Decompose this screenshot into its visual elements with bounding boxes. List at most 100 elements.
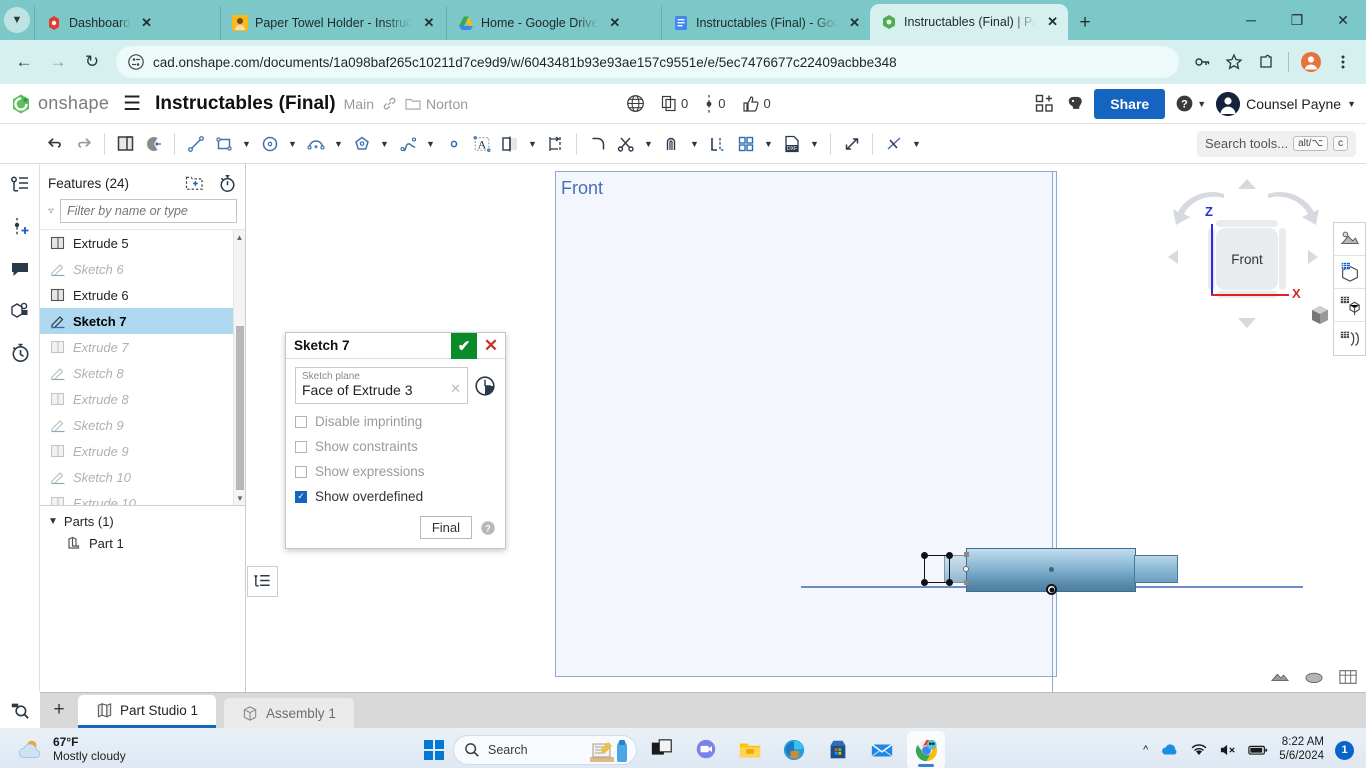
chevron-down-icon[interactable]: ▼ — [284, 128, 301, 160]
browser-tab-instructables-doc[interactable]: Instructables (Final) - Google ✕ — [661, 6, 870, 40]
sketch-plane-field[interactable]: Sketch plane Face of Extrude 3 ✕ — [295, 367, 468, 404]
add-tab-button[interactable]: + — [40, 692, 78, 728]
window-close-button[interactable]: ✕ — [1320, 0, 1366, 40]
sketch-vertex[interactable] — [921, 552, 928, 559]
chrome-menu-icon[interactable] — [1328, 47, 1358, 77]
browser-tab-onshape-part-studio[interactable]: Instructables (Final) | Part Stu ✕ — [870, 4, 1068, 40]
scroll-down-icon[interactable]: ▼ — [234, 491, 245, 505]
teams-chat-icon[interactable] — [687, 731, 725, 768]
feature-item-extrude-9[interactable]: Extrude 9 — [40, 438, 245, 464]
chevron-down-icon[interactable]: ▼ — [422, 128, 439, 160]
bookmark-star-icon[interactable] — [1219, 47, 1249, 77]
feature-tree-scrollbar[interactable]: ▲ ▼ — [233, 230, 245, 505]
section-view-icon[interactable] — [1270, 668, 1290, 686]
sketch-pacman-icon[interactable] — [140, 128, 167, 160]
close-icon[interactable]: ✕ — [137, 15, 156, 31]
copies-counter[interactable]: 0 — [661, 95, 688, 112]
feature-item-extrude-5[interactable]: Extrude 5 — [40, 230, 245, 256]
likes-counter[interactable]: 0 — [742, 95, 771, 113]
address-bar[interactable]: cad.onshape.com/documents/1a098baf265c10… — [116, 46, 1179, 78]
render-cube-icon[interactable] — [1334, 256, 1365, 289]
checkbox-show-overdefined[interactable]: ✓ Show overdefined — [295, 489, 496, 504]
parts-header[interactable]: ▼ Parts (1) — [40, 511, 245, 532]
accept-button[interactable]: ✔ — [451, 332, 477, 359]
features-filter-input[interactable] — [60, 199, 237, 223]
volume-muted-icon[interactable] — [1219, 742, 1237, 758]
onedrive-icon[interactable] — [1159, 742, 1179, 758]
feature-tree[interactable]: Extrude 5 Sketch 6 Extrude 6 Sketch 7 Ex… — [40, 229, 245, 505]
display-state-icon[interactable] — [1338, 668, 1358, 686]
feature-item-sketch-8[interactable]: Sketch 8 — [40, 360, 245, 386]
forward-icon[interactable]: → — [42, 46, 74, 78]
comments-icon[interactable] — [7, 256, 33, 282]
onshape-logo[interactable]: onshape — [10, 93, 109, 115]
tab-assembly-1[interactable]: Assembly 1 — [224, 698, 354, 728]
sketch-vertex[interactable] — [921, 579, 928, 586]
part-segment-right[interactable] — [1134, 555, 1178, 583]
clock-history-icon[interactable] — [474, 375, 496, 397]
close-icon[interactable]: ✕ — [419, 15, 438, 31]
chevron-down-icon[interactable]: ▼ — [48, 516, 58, 527]
feature-item-sketch-7[interactable]: Sketch 7 — [40, 308, 245, 334]
sketch-edge-marker[interactable] — [964, 552, 969, 557]
new-folder-icon[interactable] — [185, 175, 204, 192]
pan-left-arrow-icon[interactable] — [1164, 242, 1186, 272]
checkbox-box[interactable]: ✓ — [295, 490, 307, 503]
circle-icon[interactable] — [256, 128, 283, 160]
view-cube[interactable]: Front Z X — [1168, 176, 1322, 346]
origin-point[interactable] — [1046, 584, 1057, 595]
feature-item-extrude-8[interactable]: Extrude 8 — [40, 386, 245, 412]
sketch-edge-marker[interactable] — [964, 580, 969, 585]
undo-icon[interactable] — [42, 128, 69, 160]
rotate-up-arrow-icon[interactable] — [1226, 176, 1268, 198]
profile-icon[interactable] — [1296, 47, 1326, 77]
add-app-icon[interactable] — [1035, 94, 1055, 114]
measure-icon[interactable] — [1334, 322, 1365, 355]
maximize-button[interactable]: ❐ — [1274, 0, 1320, 40]
main-menu-button[interactable]: ☰ — [117, 94, 147, 114]
wifi-icon[interactable] — [1190, 742, 1208, 758]
shaded-view-icon[interactable] — [1304, 668, 1324, 686]
feature-item-extrude-6[interactable]: Extrude 6 — [40, 282, 245, 308]
rotate-down-arrow-icon[interactable] — [1226, 310, 1268, 332]
back-icon[interactable]: ← — [8, 46, 40, 78]
user-menu[interactable]: Counsel Payne ▼ — [1216, 91, 1356, 116]
windows-start-icon[interactable] — [421, 737, 447, 763]
rectangle-icon[interactable] — [210, 128, 237, 160]
chevron-down-icon[interactable]: ▼ — [524, 128, 541, 160]
feature-item-sketch-6[interactable]: Sketch 6 — [40, 256, 245, 282]
browser-tab-paper-towel-holder[interactable]: Paper Towel Holder - Instruc ✕ — [220, 6, 446, 40]
scroll-up-icon[interactable]: ▲ — [234, 230, 245, 244]
use-projection-icon[interactable] — [704, 128, 731, 160]
chevron-down-icon[interactable]: ▼ — [376, 128, 393, 160]
trim-icon[interactable] — [612, 128, 639, 160]
checkbox-box[interactable] — [295, 440, 307, 453]
checkbox-show-expressions[interactable]: Show expressions — [295, 464, 496, 479]
microsoft-edge-icon[interactable] — [775, 731, 813, 768]
final-button[interactable]: Final — [419, 516, 472, 539]
taskbar-clock[interactable]: 8:22 AM 5/6/2024 — [1279, 736, 1324, 764]
task-view-icon[interactable] — [643, 731, 681, 768]
help-menu[interactable]: ? ▼ — [1175, 94, 1206, 113]
search-tools-button[interactable]: Search tools... alt/⌥ c — [1197, 130, 1356, 157]
feature-item-sketch-9[interactable]: Sketch 9 — [40, 412, 245, 438]
document-title[interactable]: Instructables (Final) — [155, 93, 336, 115]
view-cube-front-face[interactable]: Front — [1216, 228, 1278, 290]
view-cube-icon[interactable] — [1309, 304, 1331, 326]
polygon-icon[interactable] — [348, 128, 375, 160]
chevron-down-icon[interactable]: ▼ — [330, 128, 347, 160]
sketch-copy-icon[interactable] — [112, 128, 139, 160]
share-button[interactable]: Share — [1094, 88, 1166, 119]
chevron-down-icon[interactable]: ▼ — [908, 128, 925, 160]
history-icon[interactable] — [7, 340, 33, 366]
text-icon[interactable]: A — [468, 128, 495, 160]
chevron-down-icon[interactable]: ▼ — [686, 128, 703, 160]
filter-icon[interactable] — [48, 203, 54, 219]
transform-icon[interactable] — [838, 128, 865, 160]
minimize-button[interactable]: ─ — [1228, 0, 1274, 40]
dimension-icon[interactable] — [542, 128, 569, 160]
link-icon[interactable] — [382, 96, 397, 111]
ai-advisor-icon[interactable] — [1065, 94, 1084, 113]
versions-counter[interactable]: 0 — [704, 94, 726, 113]
point-icon[interactable] — [440, 128, 467, 160]
